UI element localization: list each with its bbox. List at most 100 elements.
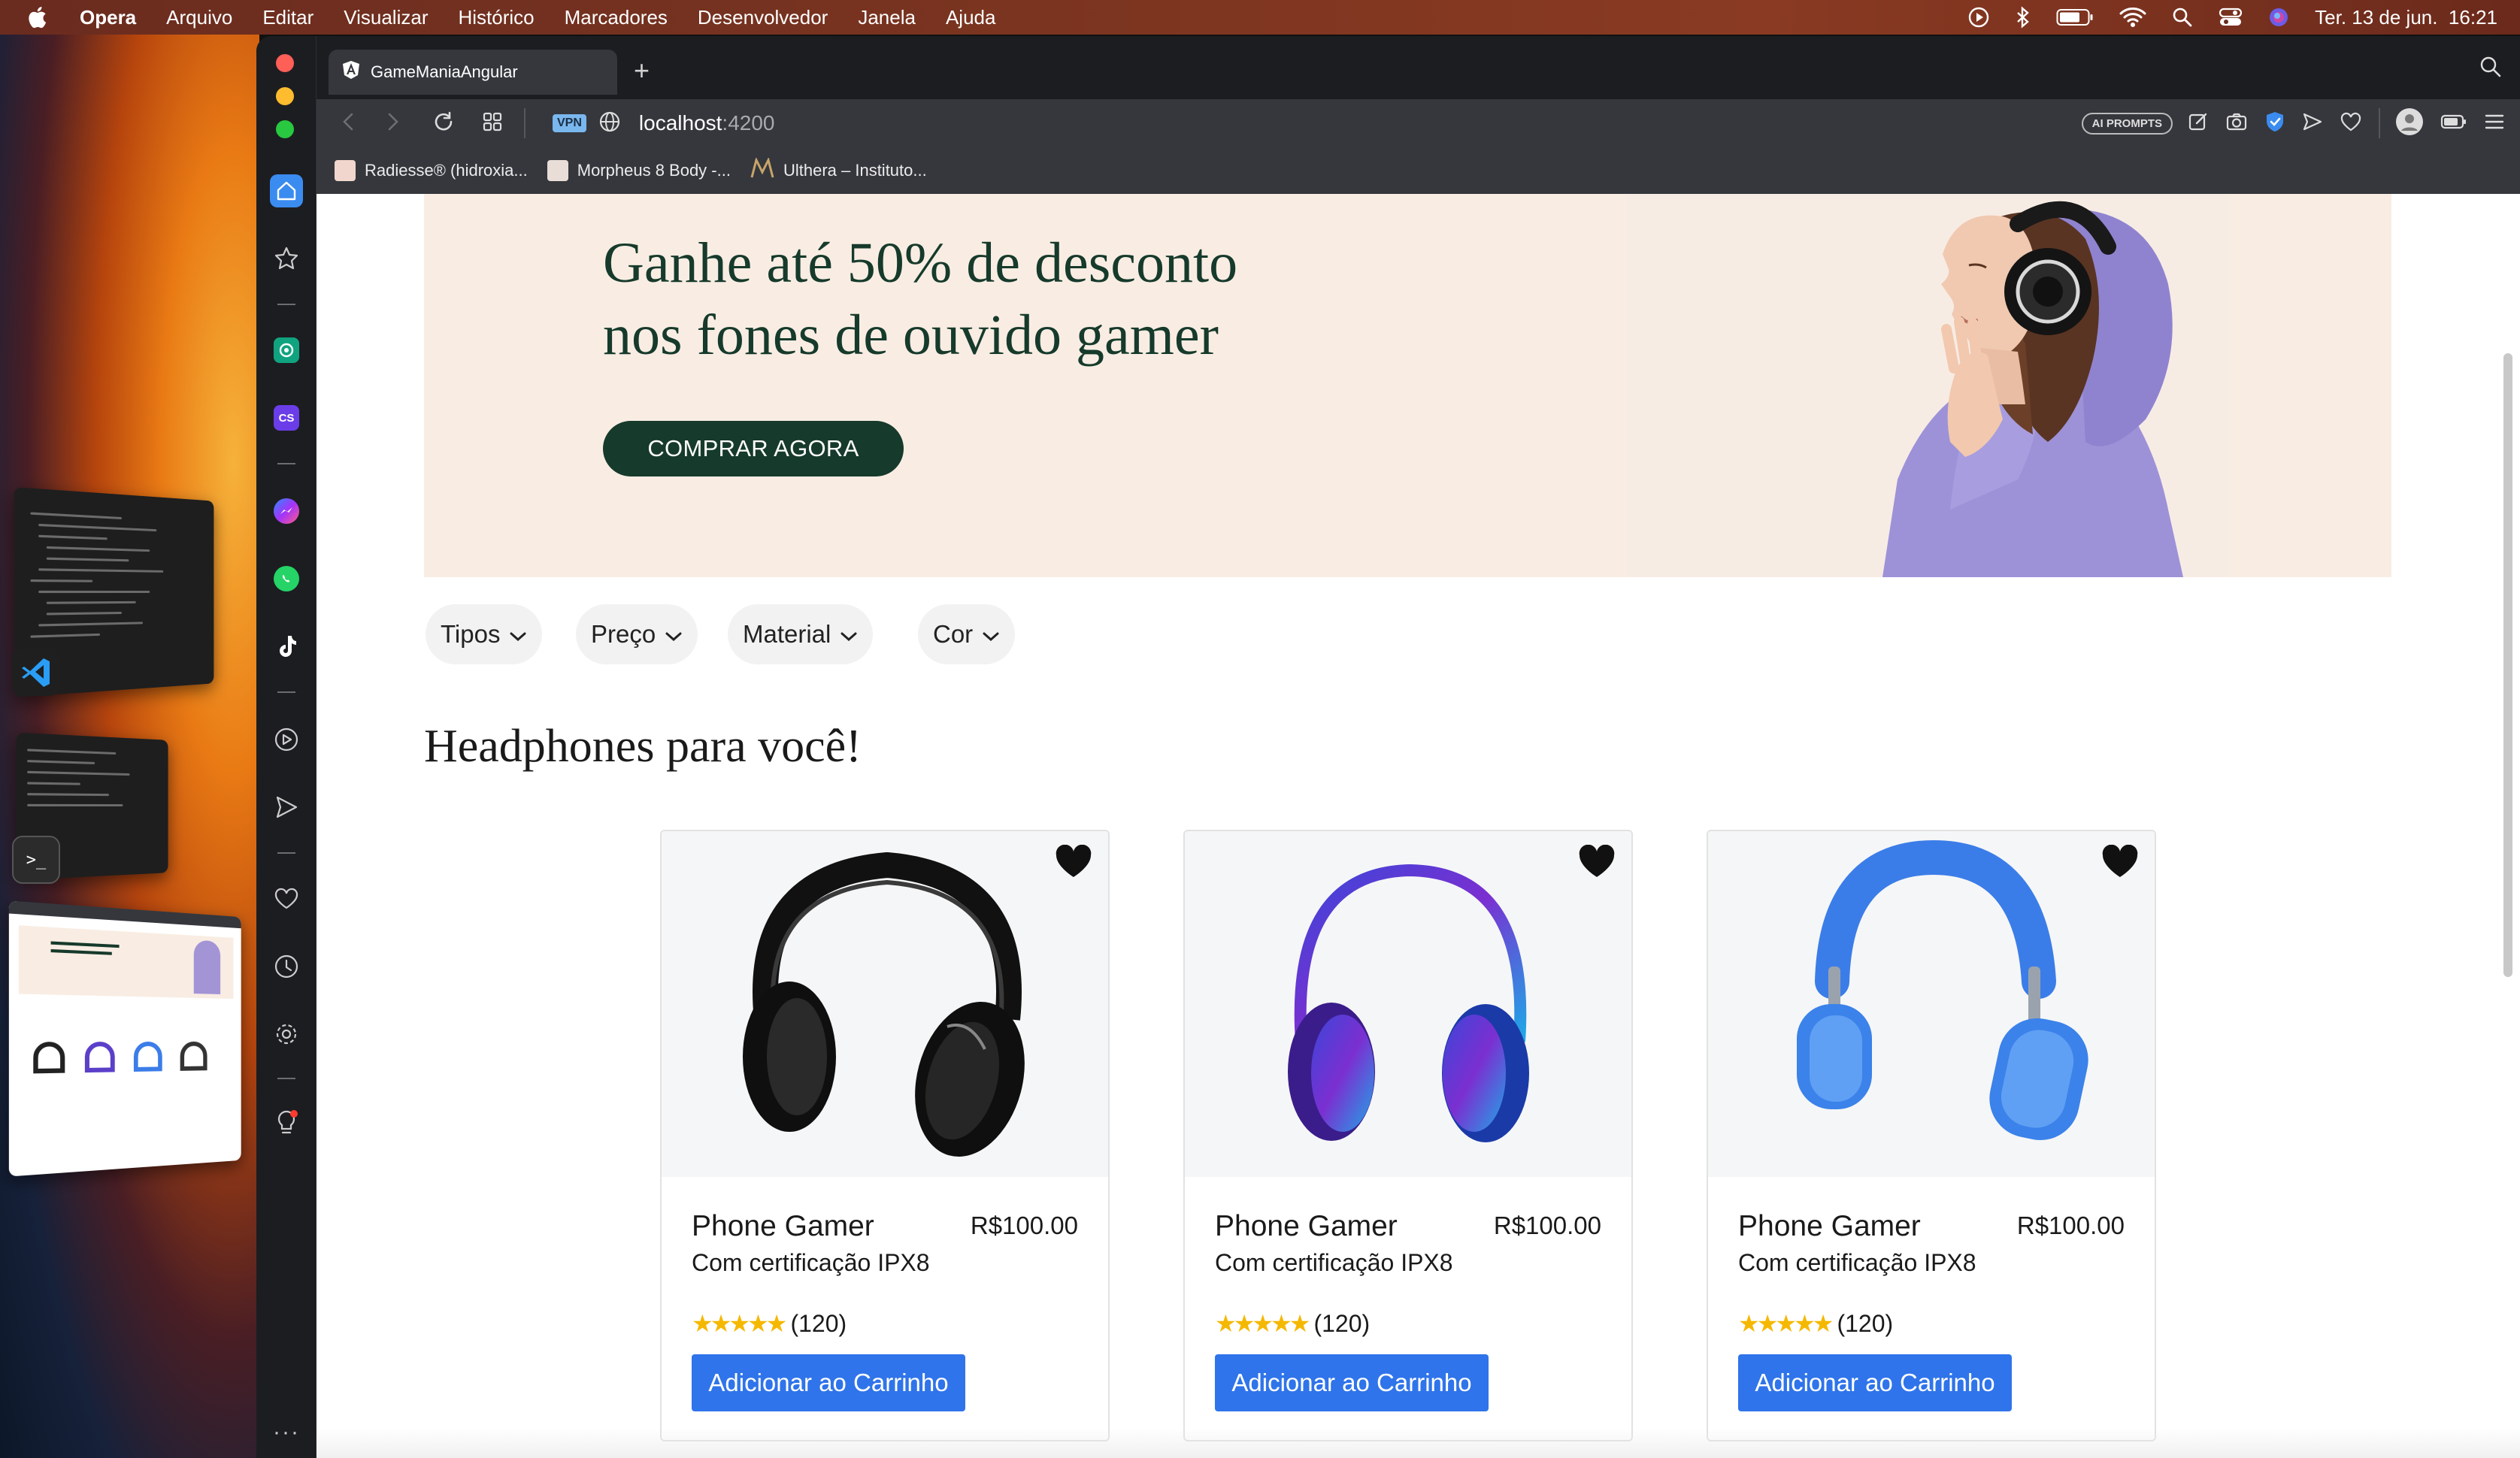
edit-snapshot-icon[interactable] [2188,111,2209,136]
menu-historico[interactable]: Histórico [458,6,534,29]
vpn-badge[interactable]: VPN [553,114,586,132]
bookmark-ulthera[interactable]: Ulthera – Instituto... [750,156,927,183]
terminal-app-icon[interactable]: >_ [12,836,60,884]
more-options-icon[interactable]: ··· [270,1416,303,1449]
favorite-heart-icon[interactable] [2101,844,2140,883]
filter-label: Material [743,620,831,648]
menu-ajuda[interactable]: Ajuda [946,6,996,29]
zoom-window-button[interactable] [276,120,294,138]
tab-grid-icon[interactable] [482,111,503,136]
wifi-icon[interactable] [2119,7,2146,28]
chevron-down-icon [840,620,858,649]
product-rating: ★★★★★ (120) [1215,1309,1370,1338]
product-card[interactable]: Phone Gamer R$100.00 Com certificação IP… [1183,830,1633,1441]
bookmark-heart-icon[interactable] [2340,111,2362,136]
ai-prompts-button[interactable]: AI PROMPTS [2081,112,2173,135]
macos-menubar: Opera Arquivo Editar Visualizar Históric… [0,0,2520,35]
menu-desenvolvedor[interactable]: Desenvolvedor [698,6,828,29]
battery-icon[interactable] [2056,8,2094,27]
forward-arrow-icon[interactable] [384,110,402,137]
sidebar-separator [277,463,295,464]
settings-gear-icon[interactable] [270,1018,303,1051]
battery-saver-icon[interactable] [2440,113,2467,135]
bookmark-label: Ulthera – Instituto... [783,161,927,180]
product-image-box[interactable] [1185,831,1631,1177]
adblock-shield-icon[interactable] [2264,110,2285,137]
product-card[interactable]: Phone Gamer R$100.00 Com certificação IP… [1707,830,2156,1441]
menu-janela[interactable]: Janela [858,6,916,29]
menu-visualizar[interactable]: Visualizar [344,6,428,29]
url-port: :4200 [722,111,775,135]
product-name[interactable]: Phone Gamer [1215,1210,1398,1243]
menu-editar[interactable]: Editar [262,6,313,29]
toolbar-divider [2379,108,2380,138]
whatsapp-icon[interactable] [270,562,303,595]
chatsonic-icon[interactable]: CS [270,401,303,434]
menu-arquivo[interactable]: Arquivo [166,6,232,29]
tiktok-icon[interactable] [270,630,303,663]
add-to-cart-button[interactable]: Adicionar ao Carrinho [692,1354,965,1411]
product-name[interactable]: Phone Gamer [692,1210,874,1243]
product-description: Com certificação IPX8 [1215,1249,1453,1276]
filter-label: Preço [591,620,656,648]
add-to-cart-button[interactable]: Adicionar ao Carrinho [1738,1354,2012,1411]
product-name[interactable]: Phone Gamer [1738,1210,1921,1243]
home-icon[interactable] [270,174,303,207]
filter-tipos[interactable]: Tipos [426,604,543,664]
messenger-icon[interactable] [270,495,303,528]
product-rating: ★★★★★ (120) [692,1309,847,1338]
siri-icon[interactable] [2268,7,2289,28]
product-image-box[interactable] [1708,831,2155,1177]
buy-now-button[interactable]: COMPRAR AGORA [603,421,904,476]
menu-marcadores[interactable]: Marcadores [565,6,668,29]
morpheus-favicon-icon [547,160,568,181]
datetime[interactable]: Ter. 13 de jun. 16:21 [2315,6,2497,29]
tab-gamemania[interactable]: GameManiaAngular [329,50,617,95]
filter-cor[interactable]: Cor [918,604,1016,664]
add-to-cart-button[interactable]: Adicionar ao Carrinho [1215,1354,1489,1411]
player-icon[interactable] [270,723,303,756]
close-window-button[interactable] [276,54,294,72]
filter-preco[interactable]: Preço [576,604,698,664]
purple-blue-headphones-image [1288,864,1529,1142]
bookmark-radiesse[interactable]: Radiesse® (hidroxia... [335,160,528,181]
stage-manager-opera-window[interactable] [8,900,241,1177]
angular-favicon-icon [342,60,360,84]
back-arrow-icon[interactable] [339,110,357,137]
chevron-down-icon [509,620,527,649]
easy-setup-menu-icon[interactable] [2484,113,2505,135]
new-tab-button[interactable]: + [634,56,650,86]
favorite-heart-icon[interactable] [1577,844,1616,883]
chatgpt-icon[interactable] [270,334,303,367]
url-field[interactable]: localhost:4200 [639,111,775,135]
speed-dial-star-icon[interactable] [270,242,303,275]
send-flow-icon[interactable] [270,791,303,824]
control-center-icon[interactable] [2219,7,2243,28]
filter-label: Tipos [441,620,501,648]
tab-strip: GameManiaAngular + [317,36,2520,107]
camera-icon[interactable] [2225,111,2248,136]
profile-avatar-icon[interactable] [2395,107,2424,140]
five-stars-icon: ★★★★★ [1738,1310,1834,1337]
spotlight-search-icon[interactable] [2172,7,2193,28]
send-icon[interactable] [2302,111,2323,136]
page-scrollbar[interactable] [2503,353,2512,977]
tab-search-icon[interactable] [2479,56,2502,82]
bluetooth-icon[interactable] [2016,6,2031,29]
bookmarks-heart-icon[interactable] [270,882,303,915]
vscode-app-icon[interactable] [12,648,60,696]
apple-menu-icon[interactable] [27,6,47,29]
filter-material[interactable]: Material [728,604,874,664]
product-image-box[interactable] [662,831,1108,1177]
bookmark-morpheus[interactable]: Morpheus 8 Body -... [547,160,731,181]
history-clock-icon[interactable] [270,950,303,983]
product-card[interactable]: Phone Gamer R$100.00 Com certificação IP… [660,830,1110,1441]
hero-title: Ganhe até 50% de desconto nos fones de o… [603,227,1355,371]
play-status-icon[interactable] [1967,6,1990,29]
reload-icon[interactable] [432,110,455,137]
tips-lightbulb-icon[interactable] [270,1106,303,1139]
address-toolbar: VPN localhost:4200 AI PROMPTS [317,99,2520,147]
favorite-heart-icon[interactable] [1054,844,1093,883]
app-name-menu[interactable]: Opera [80,6,136,29]
minimize-window-button[interactable] [276,87,294,105]
